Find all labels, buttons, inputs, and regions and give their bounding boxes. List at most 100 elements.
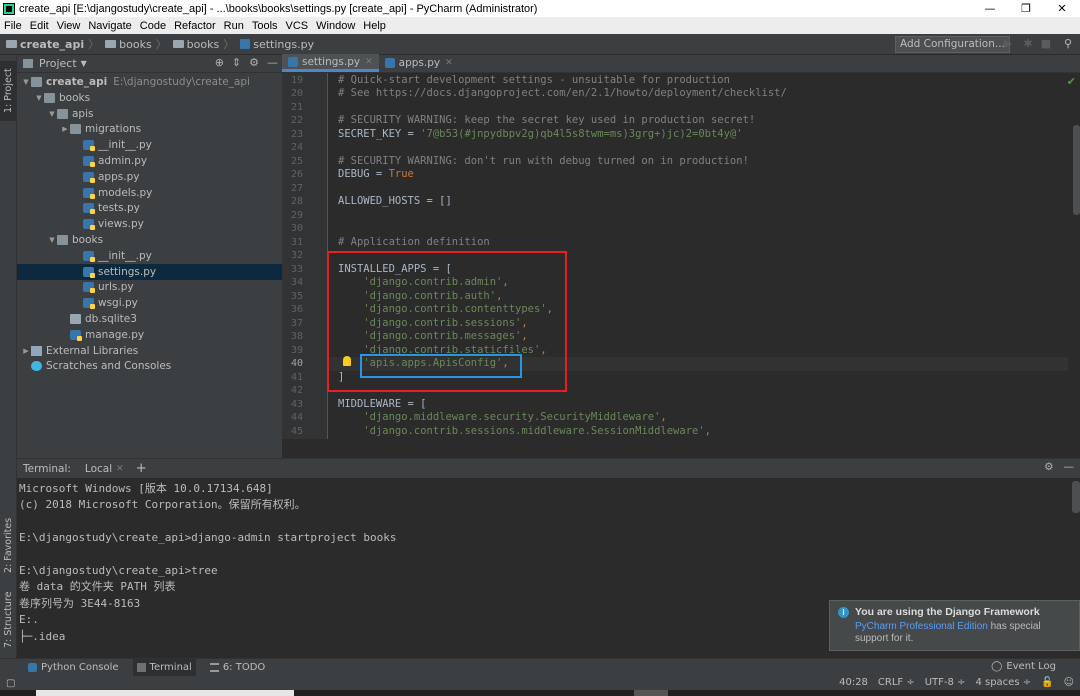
favorites-tool-tab[interactable]: 2: Favorites — [0, 510, 17, 580]
menu-run[interactable]: Run — [224, 20, 244, 32]
tree-item[interactable]: __init__.py — [17, 248, 282, 264]
expanded-arrow-icon[interactable]: ▼ — [21, 78, 31, 86]
tree-item[interactable]: apps.py — [17, 169, 282, 185]
breadcrumb-project[interactable]: create_api — [20, 38, 84, 51]
hide-icon[interactable]: — — [1064, 461, 1075, 473]
folder-icon — [57, 235, 68, 245]
collapsed-arrow-icon[interactable]: ▶ — [60, 125, 70, 133]
status-bar-toggle-icon[interactable]: ▢ — [6, 678, 15, 689]
tree-item[interactable]: wsgi.py — [17, 295, 282, 311]
project-view-selector[interactable]: Project — [39, 57, 77, 70]
terminal-tab-local[interactable]: Local — [85, 463, 112, 475]
tree-item[interactable]: models.py — [17, 185, 282, 201]
menu-vcs[interactable]: VCS — [286, 20, 309, 32]
project-tool-tab[interactable]: 1: Project — [0, 61, 17, 121]
new-terminal-icon[interactable]: + — [136, 461, 147, 476]
intention-bulb-icon[interactable] — [343, 356, 351, 366]
debug-icon[interactable]: ✱ — [1022, 37, 1034, 51]
add-configuration-button[interactable]: Add Configuration... — [895, 36, 1010, 53]
menu-view[interactable]: View — [57, 20, 81, 32]
menu-help[interactable]: Help — [363, 20, 386, 32]
breadcrumb-file[interactable]: settings.py — [253, 38, 314, 51]
hide-icon[interactable]: — — [267, 56, 278, 69]
locate-icon[interactable]: ⊕ — [215, 56, 224, 69]
tree-item[interactable]: manage.py — [17, 327, 282, 343]
breadcrumb-books[interactable]: books — [119, 38, 152, 51]
terminal-line: 卷 data 的文件夹 PATH 列表 — [19, 580, 176, 594]
tree-item[interactable]: tests.py — [17, 200, 282, 216]
menu-tools[interactable]: Tools — [252, 20, 278, 32]
code-token: ] — [338, 370, 345, 383]
tree-item[interactable]: urls.py — [17, 279, 282, 295]
tree-item[interactable]: ▼ apis — [17, 106, 282, 122]
python-file-icon — [83, 282, 95, 294]
python-file-icon — [240, 39, 251, 49]
close-tab-icon[interactable]: ✕ — [365, 57, 373, 67]
minimize-button[interactable]: — — [972, 0, 1008, 17]
menu-refactor[interactable]: Refactor — [174, 20, 216, 32]
tree-item[interactable]: ▼ books — [17, 232, 282, 248]
structure-tool-tab[interactable]: 7: Structure — [0, 590, 17, 650]
code-line: 'django.contrib.auth', — [338, 290, 502, 304]
menu-navigate[interactable]: Navigate — [88, 20, 131, 32]
stop-icon[interactable]: ■ — [1040, 37, 1052, 51]
run-icon[interactable]: ▶ — [1002, 37, 1014, 51]
line-number: 32 — [290, 250, 303, 261]
code-view[interactable]: # Quick-start development settings - uns… — [328, 73, 1078, 439]
taskbar-search[interactable] — [36, 690, 294, 696]
tree-item[interactable]: ▶ External Libraries — [17, 343, 282, 359]
gear-icon[interactable]: ⚙ — [249, 56, 259, 69]
collapse-all-icon[interactable]: ⇕ — [232, 56, 241, 69]
tree-item[interactable]: ▼ create_api E:\djangostudy\create_api — [17, 74, 282, 90]
tree-item[interactable]: db.sqlite3 — [17, 311, 282, 327]
menu-file[interactable]: File — [4, 20, 22, 32]
line-number: 31 — [290, 236, 303, 248]
indent-setting[interactable]: 4 spaces ÷ — [975, 676, 1031, 690]
close-tab-icon[interactable]: ✕ — [116, 464, 124, 474]
tree-item[interactable]: Scratches and Consoles — [17, 358, 282, 374]
tree-item[interactable]: ▼ books — [17, 90, 282, 106]
expanded-arrow-icon[interactable]: ▼ — [47, 236, 57, 244]
python-file-icon — [288, 56, 298, 67]
python-console-tab[interactable]: Python Console — [24, 659, 123, 677]
line-number: 37 — [290, 317, 303, 329]
lock-icon[interactable]: 🔓 — [1041, 676, 1053, 690]
expanded-arrow-icon[interactable]: ▼ — [47, 110, 57, 118]
close-button[interactable]: ✕ — [1044, 0, 1080, 17]
file-encoding[interactable]: UTF-8 ÷ — [925, 676, 966, 690]
folder-icon — [57, 108, 68, 119]
event-log-tab[interactable]: ◯ Event Log — [991, 661, 1056, 672]
line-separator[interactable]: CRLF ÷ — [878, 676, 915, 690]
collapsed-arrow-icon[interactable]: ▶ — [21, 347, 31, 355]
tree-item[interactable]: __init__.py — [17, 137, 282, 153]
expanded-arrow-icon[interactable]: ▼ — [34, 94, 44, 102]
code-token: 'django.contrib.sessions' — [363, 316, 522, 329]
code-line: # Quick-start development settings - uns… — [338, 74, 730, 88]
menu-window[interactable]: Window — [316, 20, 355, 32]
breadcrumb-books-inner[interactable]: books — [187, 38, 220, 51]
caret-position[interactable]: 40:28 — [839, 676, 868, 690]
chevron-down-icon[interactable]: ▼ — [81, 59, 87, 68]
tree-item[interactable]: admin.py — [17, 153, 282, 169]
tab-label: Python Console — [41, 662, 119, 673]
close-tab-icon[interactable]: ✕ — [445, 58, 453, 68]
taskbar-item[interactable] — [634, 690, 668, 696]
tab-apps-py[interactable]: apps.py ✕ — [379, 54, 459, 72]
todo-tab[interactable]: 6: TODO — [206, 659, 269, 677]
gear-icon[interactable]: ⚙ — [1044, 461, 1053, 473]
line-number: 22 — [290, 115, 303, 126]
tab-settings-py[interactable]: settings.py ✕ — [282, 54, 379, 72]
tree-item[interactable]: views.py — [17, 216, 282, 232]
menu-edit[interactable]: Edit — [30, 20, 49, 32]
terminal-scrollbar[interactable] — [1072, 481, 1080, 513]
restore-button[interactable]: ❐ — [1008, 0, 1044, 17]
menu-code[interactable]: Code — [140, 20, 166, 32]
terminal-tab[interactable]: Terminal — [132, 658, 196, 677]
pycharm-professional-link[interactable]: PyCharm Professional Edition — [855, 621, 988, 632]
inspector-icon[interactable]: ☺ — [1064, 676, 1074, 690]
tree-item[interactable]: ▶ migrations — [17, 121, 282, 137]
tree-item[interactable]: settings.py — [17, 263, 282, 280]
editor-scrollbar[interactable] — [1073, 125, 1080, 215]
search-icon[interactable]: ⚲ — [1062, 37, 1074, 51]
